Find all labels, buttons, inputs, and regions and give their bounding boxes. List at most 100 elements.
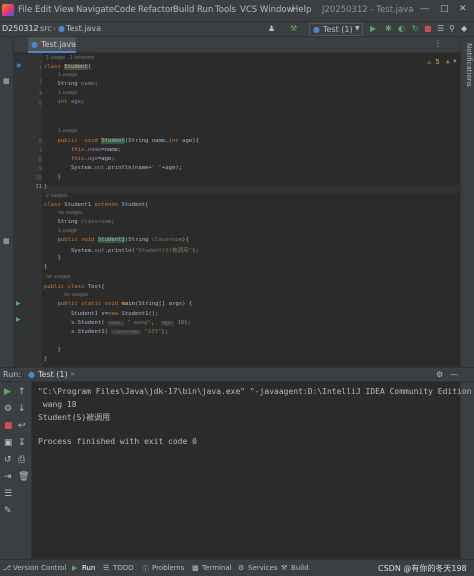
ide-logo-icon[interactable]: ◆ (461, 24, 467, 33)
line-number: 9 (38, 166, 42, 172)
line-number: 1 (38, 65, 42, 71)
hide-panel-icon[interactable]: — (450, 370, 458, 379)
coverage-icon[interactable]: ◐ (398, 24, 405, 33)
close-tab-icon[interactable]: ✕ (70, 371, 75, 378)
breadcrumb-src[interactable]: src (40, 24, 52, 33)
tool-build[interactable]: Build (291, 564, 309, 572)
wrench-icon[interactable]: ⚙ (4, 404, 12, 414)
minimize-icon[interactable]: — (420, 4, 429, 14)
gear-icon[interactable]: ⚙ (436, 370, 443, 379)
implemented-icon[interactable]: ◉ (16, 62, 21, 69)
maximize-icon[interactable]: □ (440, 4, 449, 14)
tool-run[interactable]: Run (82, 564, 95, 572)
scroll-to-end-icon[interactable]: ↧ (18, 438, 26, 448)
run-tab[interactable]: Test (1) (38, 370, 68, 379)
stop-icon[interactable]: ■ (4, 421, 13, 431)
console-line: Process finished with exit code 0 (38, 437, 197, 446)
rerun-icon[interactable]: ▶ (4, 387, 11, 397)
more-tabs-icon[interactable]: ⋮ (434, 39, 442, 48)
delete-icon[interactable]: 🗑 (18, 472, 29, 482)
code-line: } (44, 255, 61, 261)
console-line: wang 18 (38, 400, 77, 409)
menu-run[interactable]: Run (197, 5, 213, 15)
run-gutter-icon[interactable]: ▶ (16, 316, 21, 323)
notifications-label[interactable]: Notifications (465, 43, 473, 87)
tab-test-java[interactable]: ● Test.java ✕ (28, 37, 76, 53)
chevron-down-icon[interactable]: ▼ (453, 58, 457, 65)
menu-edit[interactable]: Edit (35, 5, 51, 15)
print-icon[interactable]: ⎙ (18, 455, 25, 465)
settings-icon[interactable]: ☰ (4, 489, 12, 499)
menu-refactor[interactable]: Refactor (138, 5, 174, 15)
console-output[interactable]: "C:\Program Files\Java\jdk-17\bin\java.e… (32, 382, 471, 559)
project-tool-icon[interactable]: ▦ (3, 77, 10, 85)
stop-icon[interactable]: ■ (424, 24, 432, 33)
run-icon: ▶ (72, 564, 78, 572)
debug-icon[interactable]: ✱ (385, 24, 392, 33)
run-configuration-label: Test (1) (323, 25, 353, 34)
menu-vcs[interactable]: VCS (240, 5, 257, 15)
exit-icon[interactable]: ⇥ (4, 472, 12, 482)
line-number: 6 (38, 139, 42, 145)
translate-icon[interactable]: ☰ (437, 24, 444, 33)
build-hammer-icon[interactable]: ⚒ (290, 24, 297, 33)
run-gutter-icon[interactable]: ▶ (16, 300, 21, 307)
code-line: public static void main(String[] args) { (57, 301, 193, 307)
search-icon[interactable]: ⚲ (449, 24, 455, 33)
soft-wrap-icon[interactable]: ↩ (18, 421, 26, 431)
code-line: } (44, 356, 48, 362)
arrow-up-icon[interactable]: ↑ (18, 387, 26, 397)
profile-icon[interactable]: ↻ (412, 24, 419, 33)
tool-version-control[interactable]: Version Control (13, 564, 66, 572)
breadcrumb-separator-icon: › (53, 24, 57, 33)
chevron-up-icon[interactable]: ▲ (446, 58, 450, 65)
line-number: 11 (35, 184, 42, 190)
menu-file[interactable]: File (18, 5, 32, 15)
run-configuration-select[interactable]: ● Test (1) ▼ (309, 23, 363, 36)
menu-tools[interactable]: Tools (215, 5, 236, 15)
line-number: 4 (38, 91, 42, 97)
code-hint: 1 usage (58, 73, 78, 78)
camera-icon[interactable]: ▣ (4, 438, 13, 448)
menu-view[interactable]: View (54, 5, 74, 15)
code-line: public void Student(String name,int age)… (57, 138, 199, 144)
restore-layout-icon[interactable]: ↺ (4, 455, 12, 465)
menu-build[interactable]: Build (173, 5, 194, 15)
run-icon[interactable]: ▶ (370, 24, 376, 33)
tool-services[interactable]: Services (248, 564, 278, 572)
menu-help[interactable]: Help (292, 5, 311, 15)
editor-tab-bar: ● Test.java ✕ ⋮ (14, 37, 460, 53)
code-line: class Student1 extends Student{ (44, 202, 149, 208)
close-tab-icon[interactable]: ✕ (68, 41, 73, 48)
structure-tool-icon[interactable]: ▦ (3, 237, 10, 245)
code-line: String name; (44, 81, 98, 87)
code-line: s.Student1( classroom: "133"); (44, 329, 168, 335)
todo-icon: ☰ (103, 564, 110, 572)
code-hint: 2 usages (46, 194, 68, 199)
code-line: s.Student( name: " wang", age: 18); (44, 320, 191, 326)
menu-navigate[interactable]: Navigate (76, 5, 114, 15)
breadcrumb-file[interactable]: Test.java (66, 24, 101, 33)
menu-code[interactable]: Code (114, 5, 136, 15)
console-line: Student(S)被调用 (38, 413, 111, 422)
user-icon[interactable]: ♟ (268, 24, 275, 33)
arrow-down-icon[interactable]: ↓ (18, 404, 26, 414)
run-toolbar: ▶ ↑ ⚙ ↓ ■ ↩ ▣ ↧ ↺ ⎙ ⇥ 🗑 ☰ ✎ (0, 382, 32, 559)
warning-count[interactable]: ⚠ 5 (427, 58, 440, 66)
close-icon[interactable]: ✕ (459, 4, 467, 14)
pin-icon[interactable]: ✎ (4, 506, 12, 516)
menu-window[interactable]: Window (260, 5, 294, 15)
menubar: File Edit View Navigate Code Refactor Bu… (0, 0, 474, 22)
left-tool-strip: ▦ ▦ (0, 37, 14, 367)
java-file-icon: ● (58, 24, 65, 33)
intellij-logo-icon (2, 4, 14, 16)
code-hint: 1 usage (58, 229, 78, 234)
bottom-tool-window-bar: ⎇ Version Control ▶ Run ☰ TODO ⓘ Problem… (0, 559, 474, 576)
code-line: } (44, 264, 48, 270)
tool-terminal[interactable]: Terminal (202, 564, 232, 572)
code-line: System.out.println(name+" "+age); (44, 165, 183, 171)
java-class-icon: ● (28, 370, 35, 379)
tool-problems[interactable]: Problems (152, 564, 184, 572)
code-editor[interactable]: ⚠ 5 ▲ ▼ 1 usage 1 inheritor class Studen… (42, 53, 460, 367)
tool-todo[interactable]: TODO (113, 564, 134, 572)
